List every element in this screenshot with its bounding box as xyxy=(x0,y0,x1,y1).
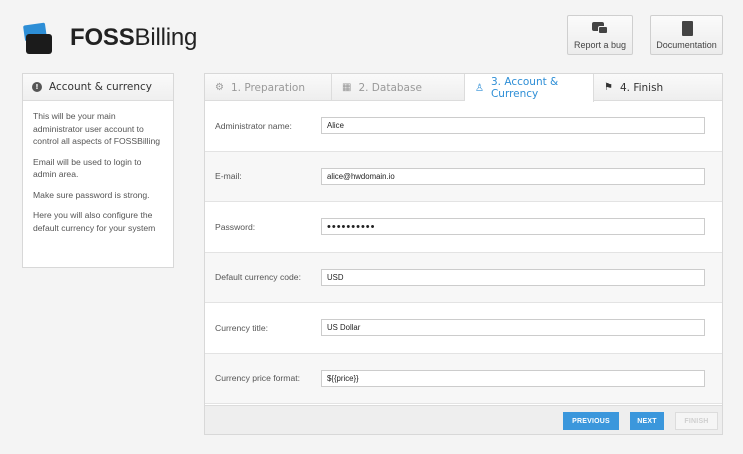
tab-preparation[interactable]: ⚙ 1. Preparation xyxy=(205,74,332,101)
info-panel-title: Account & currency xyxy=(49,81,153,93)
user-icon: ♙ xyxy=(475,82,484,94)
wizard-panel: ⚙ 1. Preparation ▦ 2. Database ♙ 3. Acco… xyxy=(204,73,723,435)
currency-format-row: Currency price format: xyxy=(205,353,722,404)
comments-icon xyxy=(568,21,632,37)
currency-format-input[interactable] xyxy=(321,369,705,387)
tab-label: 2. Database xyxy=(358,81,422,94)
info-panel-body: This will be your main administrator use… xyxy=(23,101,173,251)
flag-icon: ⚑ xyxy=(604,82,613,93)
currency-code-row: Default currency code: xyxy=(205,252,722,303)
wizard-footer: PREVIOUS NEXT FINISH xyxy=(205,405,722,434)
wallet-logo-icon xyxy=(22,20,54,56)
admin-name-label: Administrator name: xyxy=(215,120,292,131)
tab-account-currency[interactable]: ♙ 3. Account & Currency xyxy=(465,74,594,102)
admin-name-input[interactable] xyxy=(321,117,705,135)
documentation-button[interactable]: Documentation xyxy=(650,15,723,55)
tab-label: 4. Finish xyxy=(619,81,664,94)
tab-database[interactable]: ▦ 2. Database xyxy=(332,74,465,101)
currency-title-input[interactable] xyxy=(321,319,705,337)
currency-title-row: Currency title: xyxy=(205,303,722,354)
brand-name: FOSSBilling xyxy=(70,24,198,51)
next-button[interactable]: NEXT xyxy=(630,412,664,430)
password-input[interactable] xyxy=(321,218,705,236)
info-paragraph: Email will be used to login to admin are… xyxy=(33,156,142,180)
email-row: E-mail: xyxy=(205,151,722,202)
finish-button[interactable]: FINISH xyxy=(675,412,718,430)
info-panel-header: ! Account & currency xyxy=(23,74,173,101)
info-paragraph: Here you will also configure the default… xyxy=(33,210,156,233)
tab-label: 1. Preparation xyxy=(230,81,305,94)
email-input[interactable] xyxy=(321,167,705,185)
info-icon: ! xyxy=(32,82,42,92)
admin-name-row: Administrator name: xyxy=(205,101,722,152)
currency-title-label: Currency title: xyxy=(215,322,269,333)
currency-format-label: Currency price format: xyxy=(215,373,301,384)
previous-button[interactable]: PREVIOUS xyxy=(563,412,619,430)
password-row: Password: xyxy=(205,202,722,253)
email-label: E-mail: xyxy=(215,171,242,182)
logo: FOSSBilling xyxy=(22,20,198,56)
documentation-label: Documentation xyxy=(656,40,717,50)
info-paragraph: Make sure password is strong. xyxy=(33,189,150,200)
wizard-tabs: ⚙ 1. Preparation ▦ 2. Database ♙ 3. Acco… xyxy=(205,74,722,102)
password-label: Password: xyxy=(215,221,256,232)
info-panel: ! Account & currency This will be your m… xyxy=(22,73,174,268)
cogs-icon: ⚙ xyxy=(215,82,224,93)
tab-label: 3. Account & Currency xyxy=(490,76,559,100)
info-paragraph: This will be your main administrator use… xyxy=(33,111,161,146)
database-icon: ▦ xyxy=(342,82,352,93)
tab-finish[interactable]: ⚑ 4. Finish xyxy=(594,74,722,101)
currency-code-input[interactable] xyxy=(321,268,705,286)
report-bug-label: Report a bug xyxy=(573,40,627,50)
currency-code-label: Default currency code: xyxy=(215,272,301,283)
report-bug-button[interactable]: Report a bug xyxy=(567,15,633,55)
book-icon xyxy=(651,21,722,37)
